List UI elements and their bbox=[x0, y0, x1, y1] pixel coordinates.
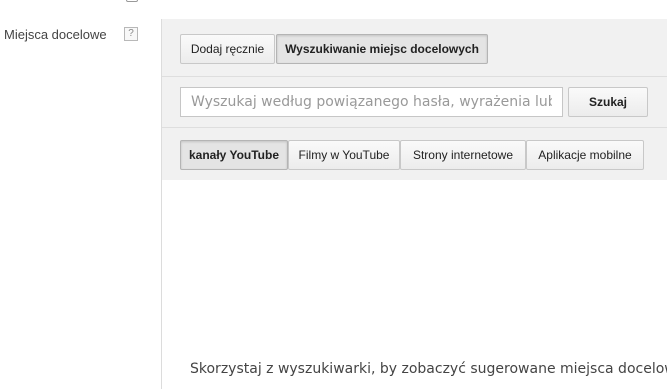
category-youtube-videos[interactable]: Filmy w YouTube bbox=[288, 140, 400, 170]
placement-panel: Dodaj ręcznie Wyszukiwanie miejsc docelo… bbox=[161, 19, 667, 389]
field-label: Miejsca docelowe bbox=[4, 27, 107, 42]
category-mobile-apps[interactable]: Aplikacje mobilne bbox=[526, 140, 644, 170]
help-icon[interactable]: ? bbox=[124, 27, 138, 41]
divider bbox=[162, 76, 667, 77]
category-websites[interactable]: Strony internetowe bbox=[400, 140, 526, 170]
search-button[interactable]: Szukaj bbox=[568, 87, 648, 117]
results-area: Skorzystaj z wyszukiwarki, by zobaczyć s… bbox=[162, 180, 667, 389]
checkbox-clipped[interactable] bbox=[126, 0, 138, 2]
placement-search-input[interactable] bbox=[180, 87, 563, 117]
tab-placement-search[interactable]: Wyszukiwanie miejsc docelowych bbox=[276, 34, 488, 64]
category-youtube-channels[interactable]: kanały YouTube bbox=[180, 140, 288, 170]
empty-results-message: Skorzystaj z wyszukiwarki, by zobaczyć s… bbox=[190, 361, 667, 377]
tab-add-manually[interactable]: Dodaj ręcznie bbox=[180, 34, 275, 64]
divider bbox=[162, 127, 667, 128]
